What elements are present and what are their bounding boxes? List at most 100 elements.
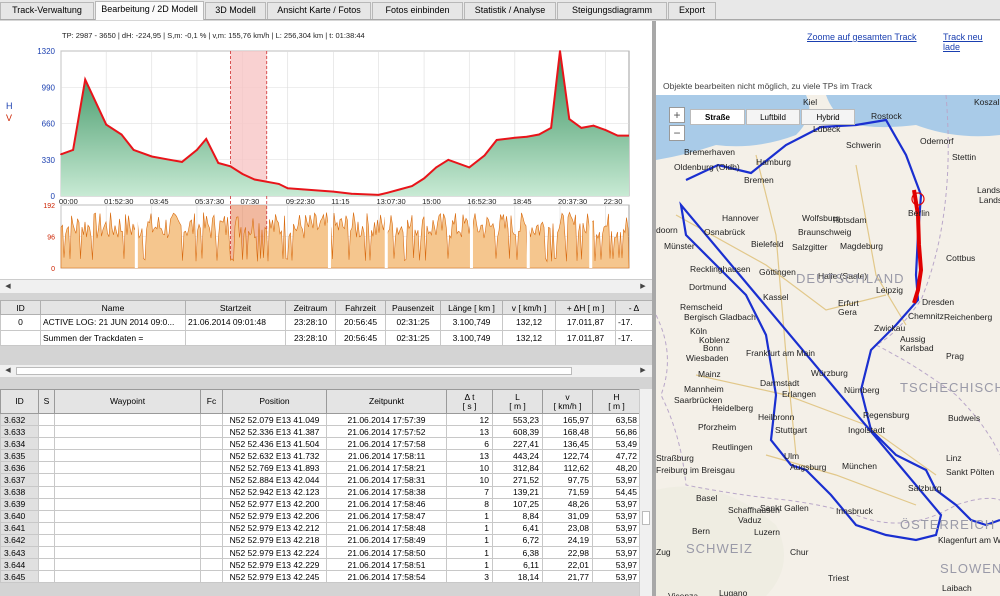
summary-header-id[interactable]: ID	[0, 300, 41, 315]
summary-header-name[interactable]: Name	[40, 300, 186, 315]
map-place-label: Basel	[696, 493, 718, 503]
map-place-label: Landsb	[977, 185, 1000, 195]
summary-cell: 20:56:45	[335, 329, 386, 346]
wp-header-h[interactable]: H [ m ]	[592, 389, 641, 414]
map-tab-strasse[interactable]: Straße	[690, 109, 745, 125]
waypoint-select-checkbox[interactable]	[38, 485, 55, 499]
table-cell: 6,38	[492, 546, 543, 560]
summary-header-pausenzeit[interactable]: Pausenzeit	[385, 300, 441, 315]
zoom-in-button[interactable]: +	[669, 107, 685, 123]
waypoint-select-checkbox[interactable]	[38, 509, 55, 523]
tab-track-verwaltung[interactable]: Track-Verwaltung	[0, 2, 94, 19]
zoom-out-button[interactable]: −	[669, 125, 685, 141]
wp-header-waypoint[interactable]: Waypoint	[54, 389, 201, 414]
summary-header-v[interactable]: v [ km/h ]	[502, 300, 556, 315]
tab-steigungsdiagramm[interactable]: Steigungsdiagramm	[557, 2, 667, 19]
table-row[interactable]: 3.632 N52 52.079 E13 41.049 21.06.2014 17:…	[0, 412, 641, 427]
waypoint-select-checkbox[interactable]	[38, 437, 55, 451]
table-row[interactable]: 3.644 N52 52.979 E13 42.229 21.06.2014 17:…	[0, 558, 641, 572]
wp-header-dt[interactable]: Δ t [ s ]	[446, 389, 493, 414]
wp-header-fc[interactable]: Fc	[200, 389, 223, 414]
scroll-thumb[interactable]	[642, 511, 650, 525]
table-row[interactable]: 3.641 N52 52.979 E13 42.212 21.06.2014 17:…	[0, 521, 641, 535]
chart-horizontal-scrollbar[interactable]: ◀ ▶	[0, 279, 652, 293]
table-row[interactable]: 3.640 N52 52.979 E13 42.206 21.06.2014 17:…	[0, 509, 641, 523]
table-row[interactable]: 3.636 N52 52.769 E13 41.893 21.06.2014 17:…	[0, 461, 641, 475]
waypoint-select-checkbox[interactable]	[38, 461, 55, 475]
waypoint-select-checkbox[interactable]	[38, 521, 55, 535]
summary-header-laenge[interactable]: Länge [ km ]	[440, 300, 503, 315]
map-place-label: Hannover	[722, 213, 759, 223]
map-place-label: Berlin	[908, 208, 930, 218]
waypoint-select-checkbox[interactable]	[38, 473, 55, 487]
wp-header-position[interactable]: Position	[222, 389, 327, 414]
table-row[interactable]: 3.643 N52 52.979 E13 42.224 21.06.2014 17:…	[0, 546, 641, 560]
summary-header-dh-plus[interactable]: + ΔH [ m ]	[555, 300, 616, 315]
table-cell: 13	[446, 449, 493, 463]
summary-header-row: ID Name Startzeit Zeitraum Fahrzeit Paus…	[0, 300, 653, 315]
wp-header-zeitpunkt[interactable]: Zeitpunkt	[326, 389, 447, 414]
waypoint-select-checkbox[interactable]	[38, 449, 55, 463]
map-place-label: Straßburg	[656, 453, 694, 463]
scroll-left-icon[interactable]: ◀	[2, 365, 14, 377]
table-cell: 12	[446, 412, 493, 427]
scroll-right-icon[interactable]: ▶	[637, 281, 649, 293]
tab-fotos-einbinden[interactable]: Fotos einbinden	[372, 2, 463, 19]
wp-header-id[interactable]: ID	[0, 389, 39, 414]
waypoint-select-checkbox[interactable]	[38, 412, 55, 427]
table-cell: 165,97	[542, 412, 593, 427]
map-place-label: Bergisch Gladbach	[684, 312, 756, 322]
map-tab-luftbild[interactable]: Luftbild	[746, 109, 800, 125]
summary-horizontal-scrollbar[interactable]: ◀ ▶	[0, 365, 652, 377]
waypoint-select-checkbox[interactable]	[38, 558, 55, 572]
summary-header-startzeit[interactable]: Startzeit	[185, 300, 286, 315]
table-cell: 63,58	[592, 412, 641, 427]
wp-header-v[interactable]: v [ km/h ]	[542, 389, 593, 414]
scroll-thumb[interactable]	[16, 367, 572, 375]
map-place-label: Frankfurt am Main	[746, 348, 815, 358]
table-cell: N52 52.979 E13 42.224	[222, 546, 327, 560]
summary-row-track[interactable]: 0 ACTIVE LOG: 21 JUN 2014 09:0... 21.06.…	[0, 314, 653, 331]
table-row[interactable]: 3.642 N52 52.979 E13 42.218 21.06.2014 17:…	[0, 533, 641, 548]
waypoint-select-checkbox[interactable]	[38, 546, 55, 560]
table-row[interactable]: 3.634 N52 52.436 E13 41.504 21.06.2014 17:…	[0, 437, 641, 451]
scroll-right-icon[interactable]: ▶	[637, 365, 649, 377]
table-cell: 21.06.2014 17:58:47	[326, 509, 447, 523]
scroll-left-icon[interactable]: ◀	[2, 281, 14, 293]
wp-header-s[interactable]: S	[38, 389, 55, 414]
table-cell: 21.06.2014 17:58:11	[326, 449, 447, 463]
waypoint-vertical-scrollbar[interactable]	[639, 389, 652, 596]
tab-statistik-analyse[interactable]: Statistik / Analyse	[464, 2, 556, 19]
map-view[interactable]: + − Straße Luftbild Hybrid Kiel Rostock Ko…	[656, 95, 1000, 596]
waypoint-select-checkbox[interactable]	[38, 533, 55, 548]
table-cell: N52 52.632 E13 41.732	[222, 449, 327, 463]
tab-ansicht-karte-fotos[interactable]: Ansicht Karte / Fotos	[267, 2, 371, 19]
table-row[interactable]: 3.645 N52 52.979 E13 42.245 21.06.2014 17:…	[0, 570, 641, 584]
summary-header-fahrzeit[interactable]: Fahrzeit	[335, 300, 386, 315]
chart-canvas[interactable]: TP: 2987 - 3650 | dH: -224,95 | S,m: -0,…	[0, 21, 652, 279]
waypoint-select-checkbox[interactable]	[38, 425, 55, 439]
map-place-label: Stuttgart	[775, 425, 808, 435]
table-row[interactable]: 3.633 N52 52.336 E13 41.387 21.06.2014 17:…	[0, 425, 641, 439]
table-row[interactable]: 3.639 N52 52.977 E13 42.200 21.06.2014 17:…	[0, 497, 641, 511]
tab-3d-modell[interactable]: 3D Modell	[205, 2, 266, 19]
wp-header-l[interactable]: L [ m ]	[492, 389, 543, 414]
map-tab-hybrid[interactable]: Hybrid	[801, 109, 855, 125]
waypoint-select-checkbox[interactable]	[38, 497, 55, 511]
map-place-label: Linz	[946, 453, 962, 463]
summary-header-dh-minus[interactable]: - Δ	[615, 300, 653, 315]
table-row[interactable]: 3.637 N52 52.884 E13 42.044 21.06.2014 17:…	[0, 473, 641, 487]
map-place-label: SCHWEIZ	[686, 541, 753, 556]
waypoint-header-row: ID S Waypoint Fc Position Zeitpunkt Δ t …	[0, 389, 641, 414]
table-row[interactable]: 3.635 N52 52.632 E13 41.732 21.06.2014 17:…	[0, 449, 641, 463]
table-cell: 3.637	[0, 473, 39, 487]
table-row[interactable]: 3.638 N52 52.942 E13 42.123 21.06.2014 17:…	[0, 485, 641, 499]
tab-export[interactable]: Export	[668, 2, 716, 19]
zoom-to-track-link[interactable]: Zoome auf gesamten Track	[807, 32, 917, 42]
summary-header-zeitraum[interactable]: Zeitraum	[285, 300, 336, 315]
reload-track-link[interactable]: Track neu lade	[943, 32, 1000, 52]
tab-bearbeitung-2d-modell[interactable]: Bearbeitung / 2D Modell	[95, 1, 204, 20]
summary-row-totals: Summen der Trackdaten = 23:28:10 20:56:4…	[0, 329, 653, 346]
waypoint-select-checkbox[interactable]	[38, 570, 55, 584]
elevation-speed-chart[interactable]: TP: 2987 - 3650 | dH: -224,95 | S,m: -0,…	[0, 21, 652, 279]
